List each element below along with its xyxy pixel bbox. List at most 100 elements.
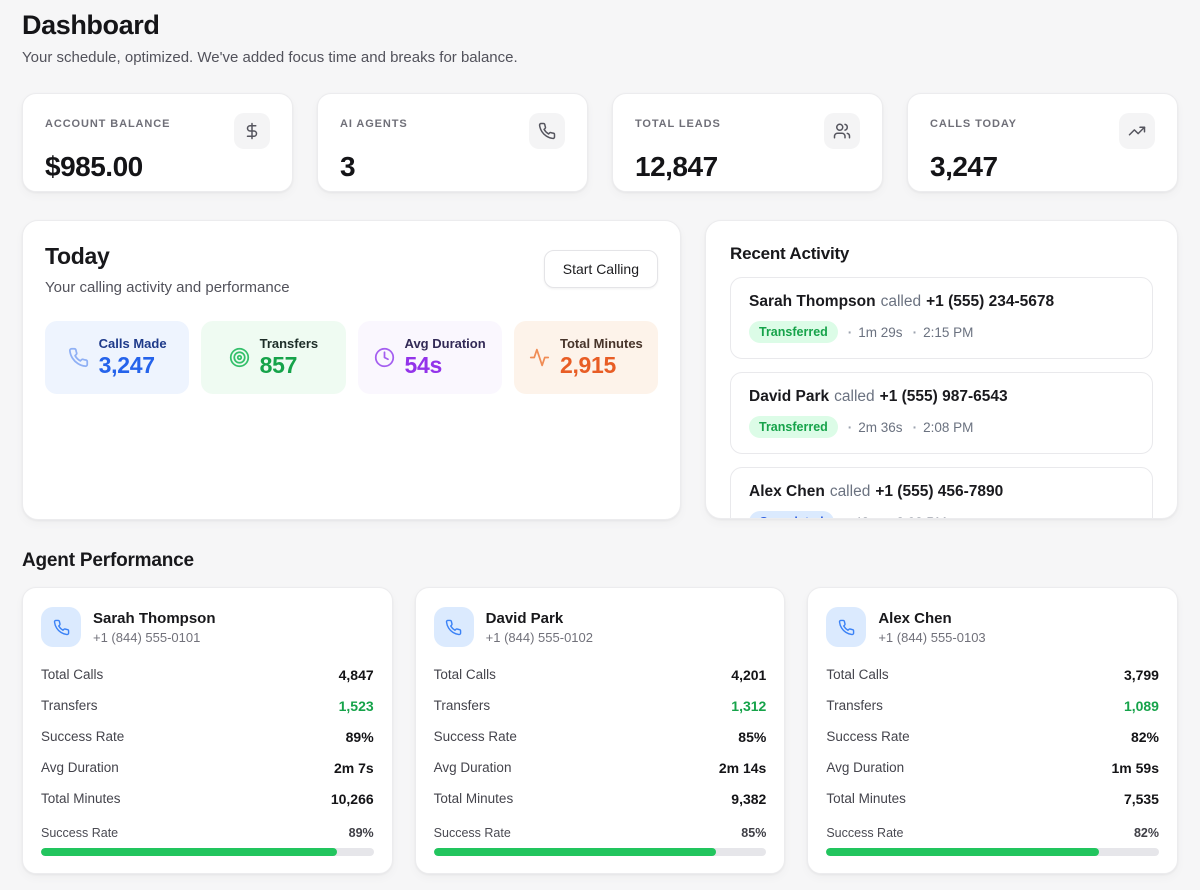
agent-card-alex-chen: Alex Chen +1 (844) 555-0103 Total Calls … bbox=[807, 587, 1178, 874]
phone-icon bbox=[529, 113, 565, 149]
success-rate-footer-label: Success Rate bbox=[434, 826, 511, 840]
success-rate-footer-value: 89% bbox=[349, 826, 374, 840]
row-label: Total Calls bbox=[434, 667, 496, 682]
avg-duration-value: 2m 14s bbox=[719, 760, 766, 776]
recent-activity-title: Recent Activity bbox=[730, 244, 1153, 264]
stat-card-total-leads: TOTAL LEADS 12,847 bbox=[612, 93, 883, 192]
success-rate-value: 82% bbox=[1131, 729, 1159, 745]
agents-grid: Sarah Thompson +1 (844) 555-0101 Total C… bbox=[22, 587, 1178, 874]
stat-value: 3 bbox=[340, 151, 565, 183]
agent-stat-row: Avg Duration 2m 14s bbox=[434, 752, 767, 783]
success-rate-progress-fill bbox=[41, 848, 337, 856]
start-calling-button[interactable]: Start Calling bbox=[544, 250, 658, 288]
row-label: Transfers bbox=[826, 698, 883, 713]
agent-stat-row: Transfers 1,089 bbox=[826, 690, 1159, 721]
agent-stat-row: Success Rate 89% bbox=[41, 721, 374, 752]
row-label: Total Minutes bbox=[434, 791, 514, 806]
tile-label: Total Minutes bbox=[560, 336, 643, 351]
today-subtitle: Your calling activity and performance bbox=[45, 279, 290, 296]
agent-stat-row: Avg Duration 1m 59s bbox=[826, 752, 1159, 783]
row-label: Success Rate bbox=[434, 729, 517, 744]
activity-duration: 1m 29s bbox=[844, 325, 903, 340]
activity-action: called bbox=[834, 388, 875, 405]
tile-avg-duration: Avg Duration 54s bbox=[358, 321, 502, 394]
tile-label: Transfers bbox=[260, 336, 319, 351]
tile-total-minutes: Total Minutes 2,915 bbox=[514, 321, 658, 394]
row-label: Transfers bbox=[434, 698, 491, 713]
activity-phone-number: +1 (555) 234-5678 bbox=[926, 293, 1054, 310]
total-calls-value: 4,201 bbox=[731, 667, 766, 683]
stat-label: AI AGENTS bbox=[340, 113, 408, 130]
activity-time: 2:08 PM bbox=[909, 420, 974, 435]
dashboard-page: Dashboard Your schedule, optimized. We'v… bbox=[0, 0, 1200, 890]
activity-item: David Parkcalled+1 (555) 987-6543 Transf… bbox=[730, 372, 1153, 454]
activity-icon bbox=[529, 347, 550, 368]
agent-phone-number: +1 (844) 555-0103 bbox=[878, 630, 985, 645]
avg-duration-value: 2m 7s bbox=[334, 760, 374, 776]
agent-phone-number: +1 (844) 555-0102 bbox=[486, 630, 593, 645]
agent-phone-number: +1 (844) 555-0101 bbox=[93, 630, 216, 645]
stat-label: TOTAL LEADS bbox=[635, 113, 721, 130]
row-label: Transfers bbox=[41, 698, 98, 713]
status-badge: Transferred bbox=[749, 416, 838, 438]
activity-action: called bbox=[830, 483, 871, 500]
activity-caller-name: Sarah Thompson bbox=[749, 293, 876, 310]
agent-phone-icon bbox=[41, 607, 81, 647]
success-rate-progress-bar bbox=[826, 848, 1159, 856]
activity-item: Sarah Thompson called+1 (555) 234-5678 Tr… bbox=[730, 277, 1153, 359]
success-rate-progress-bar bbox=[41, 848, 374, 856]
success-rate-footer-value: 85% bbox=[741, 826, 766, 840]
avg-duration-value: 1m 59s bbox=[1112, 760, 1159, 776]
tile-value: 54s bbox=[405, 352, 486, 379]
tile-value: 857 bbox=[260, 352, 319, 379]
agent-stat-row: Transfers 1,312 bbox=[434, 690, 767, 721]
tile-label: Calls Made bbox=[99, 336, 167, 351]
agent-card-sarah-thompson: Sarah Thompson +1 (844) 555-0101 Total C… bbox=[22, 587, 393, 874]
total-calls-value: 4,847 bbox=[339, 667, 374, 683]
today-metric-tiles: Calls Made 3,247 Transfers 857 Avg Durat… bbox=[45, 321, 658, 394]
agent-stat-row: Avg Duration 2m 7s bbox=[41, 752, 374, 783]
today-card: Today Your calling activity and performa… bbox=[22, 220, 681, 520]
success-rate-footer-value: 82% bbox=[1134, 826, 1159, 840]
status-badge: Transferred bbox=[749, 321, 838, 343]
row-label: Avg Duration bbox=[41, 760, 119, 775]
activity-duration: 43s bbox=[840, 515, 876, 520]
row-label: Total Minutes bbox=[41, 791, 121, 806]
agent-stat-row: Total Minutes 7,535 bbox=[826, 783, 1159, 814]
activity-duration: 2m 36s bbox=[844, 420, 903, 435]
transfers-value: 1,089 bbox=[1124, 698, 1159, 714]
agent-card-david-park: David Park +1 (844) 555-0102 Total Calls… bbox=[415, 587, 786, 874]
total-calls-value: 3,799 bbox=[1124, 667, 1159, 683]
stat-card-ai-agents: AI AGENTS 3 bbox=[317, 93, 588, 192]
tile-value: 2,915 bbox=[560, 352, 643, 379]
agent-stat-row: Transfers 1,523 bbox=[41, 690, 374, 721]
activity-action: called bbox=[881, 293, 922, 310]
page-title: Dashboard bbox=[22, 10, 1178, 41]
agent-phone-icon bbox=[826, 607, 866, 647]
today-title: Today bbox=[45, 243, 290, 270]
agent-stat-row: Total Calls 4,847 bbox=[41, 659, 374, 690]
trending-up-icon bbox=[1119, 113, 1155, 149]
row-label: Total Calls bbox=[826, 667, 888, 682]
activity-caller-name: Alex Chen bbox=[749, 483, 825, 500]
success-rate-value: 85% bbox=[738, 729, 766, 745]
activity-item: Alex Chencalled+1 (555) 456-7890 Complet… bbox=[730, 467, 1153, 519]
transfers-value: 1,312 bbox=[731, 698, 766, 714]
activity-time: 2:02 PM bbox=[882, 515, 947, 520]
main-grid: Today Your calling activity and performa… bbox=[22, 220, 1178, 520]
agent-stat-row: Total Minutes 9,382 bbox=[434, 783, 767, 814]
activity-phone-number: +1 (555) 456-7890 bbox=[875, 483, 1003, 500]
agent-stat-row: Total Calls 4,201 bbox=[434, 659, 767, 690]
agent-performance-title: Agent Performance bbox=[22, 550, 1178, 572]
total-minutes-value: 10,266 bbox=[331, 791, 374, 807]
agent-stat-row: Success Rate 82% bbox=[826, 721, 1159, 752]
row-label: Avg Duration bbox=[434, 760, 512, 775]
users-icon bbox=[824, 113, 860, 149]
row-label: Success Rate bbox=[41, 729, 124, 744]
stat-value: 12,847 bbox=[635, 151, 860, 183]
agent-stat-row: Success Rate 85% bbox=[434, 721, 767, 752]
stat-card-calls-today: CALLS TODAY 3,247 bbox=[907, 93, 1178, 192]
success-rate-progress-fill bbox=[826, 848, 1099, 856]
stats-row: ACCOUNT BALANCE $985.00 AI AGENTS 3 TOTA… bbox=[22, 93, 1178, 192]
success-rate-value: 89% bbox=[346, 729, 374, 745]
